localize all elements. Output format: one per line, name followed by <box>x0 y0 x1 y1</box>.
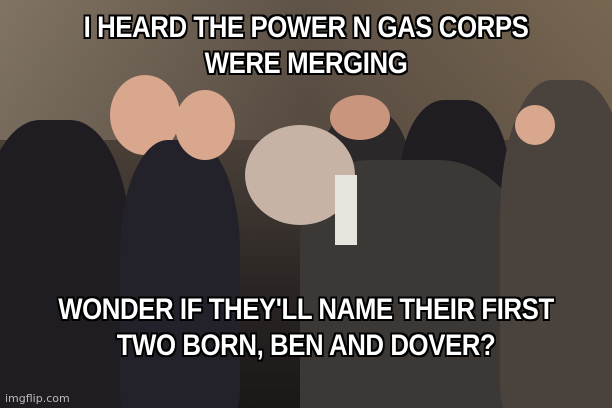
bald-man-collar <box>335 175 357 245</box>
man-back-face <box>330 95 390 140</box>
bottom-caption: WONDER IF THEY'LL NAME THEIR FIRST TWO B… <box>58 293 554 362</box>
watermark: imgflip.com <box>5 392 70 405</box>
man-second-face <box>175 90 235 160</box>
man-right-hand <box>515 105 555 145</box>
top-caption: I HEARD THE POWER N GAS CORPS WERE MERGI… <box>83 11 529 80</box>
man-left-suit <box>0 120 130 408</box>
meme-image: I HEARD THE POWER N GAS CORPS WERE MERGI… <box>0 0 612 408</box>
man-second-suit <box>120 140 240 408</box>
